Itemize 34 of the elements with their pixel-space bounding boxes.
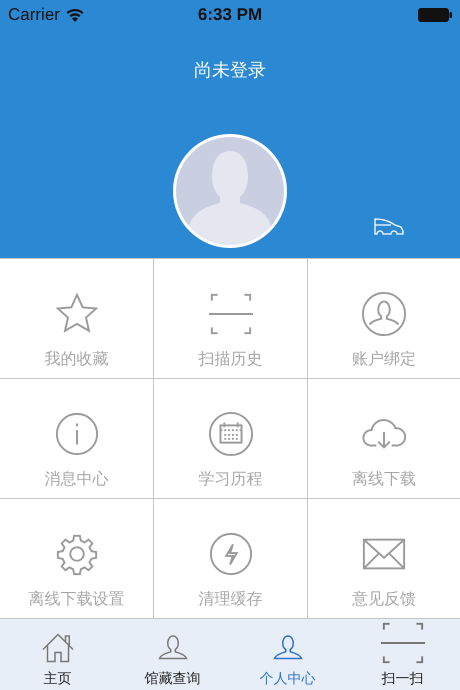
tile-label: 账户绑定 <box>352 349 416 370</box>
tab[interactable]: 扫一扫 <box>345 619 460 690</box>
tile-label: 意见反馈 <box>352 589 416 610</box>
clock-time: 6:33 PM <box>198 5 262 25</box>
info-icon <box>54 411 100 457</box>
tile-label: 扫描历史 <box>198 349 262 370</box>
menu-tile[interactable]: 扫描历史 <box>154 259 307 378</box>
menu-tile[interactable]: 清理缓存 <box>154 499 307 618</box>
menu-tile[interactable]: 账户绑定 <box>308 259 460 378</box>
menu-tile[interactable]: 意见反馈 <box>308 499 460 618</box>
tile-label: 离线下载设置 <box>28 589 124 610</box>
login-status-title: 尚未登录 <box>194 59 266 82</box>
lightning-icon <box>208 531 254 577</box>
wifi-icon <box>66 8 84 22</box>
menu-tile[interactable]: 消息中心 <box>0 379 153 498</box>
tile-label: 我的收藏 <box>44 349 108 370</box>
scan-icon <box>380 620 426 666</box>
tile-label: 学习历程 <box>198 469 262 490</box>
tab[interactable]: 馆藏查询 <box>115 619 230 690</box>
tab[interactable]: 主页 <box>0 619 115 690</box>
tab[interactable]: 个人中心 <box>230 619 345 690</box>
menu-tile[interactable]: 离线下载设置 <box>0 499 153 618</box>
menu-tile[interactable]: 离线下载 <box>308 379 460 498</box>
tile-label: 消息中心 <box>44 469 108 490</box>
carrier-label: Carrier <box>8 5 60 25</box>
car-icon[interactable] <box>374 217 404 237</box>
menu-tile[interactable]: 我的收藏 <box>0 259 153 378</box>
battery-icon <box>418 8 452 22</box>
scan-icon <box>208 291 254 337</box>
user-circle-icon <box>361 291 407 337</box>
tile-label: 清理缓存 <box>198 589 262 610</box>
menu-tile[interactable]: 学习历程 <box>154 379 307 498</box>
tile-label: 离线下载 <box>352 469 416 490</box>
calendar-icon <box>208 411 254 457</box>
